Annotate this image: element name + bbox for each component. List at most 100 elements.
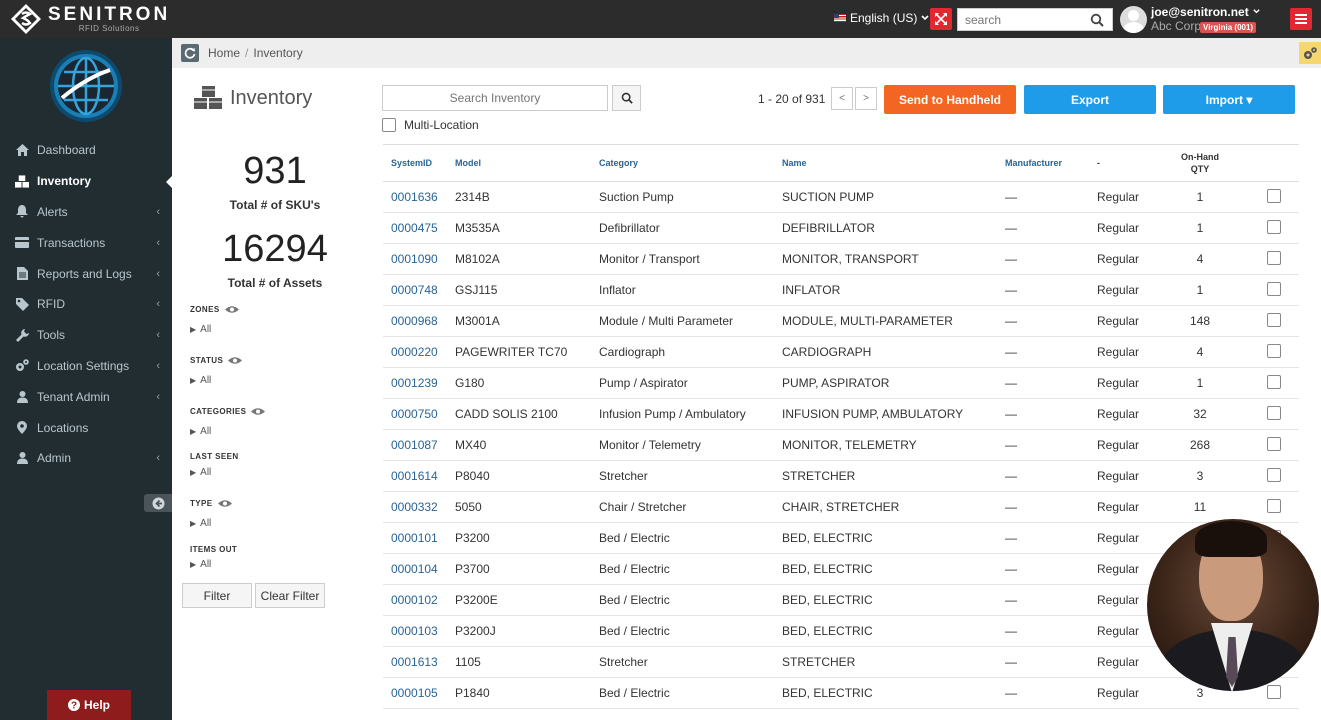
row-select-checkbox[interactable] <box>1266 250 1281 265</box>
table-row[interactable]: 0001636 2314B Suction Pump SUCTION PUMP — Reg… <box>383 181 1299 213</box>
table-cell-systemid[interactable]: 0001636 <box>383 181 455 213</box>
multi-location-toggle[interactable]: Multi-Location <box>382 118 479 132</box>
table-row[interactable]: 0001614 P8040 Stretcher STRETCHER — Regular 3 <box>383 460 1299 492</box>
language-selector[interactable]: English (US) <box>834 11 930 25</box>
row-select-checkbox[interactable] <box>1266 219 1281 234</box>
eye-icon[interactable] <box>251 407 266 416</box>
filter-categories-value[interactable]: ▶ All <box>190 426 211 437</box>
row-select-checkbox[interactable] <box>1266 374 1281 389</box>
table-row[interactable]: 0000475 M3535A Defibrillator DEFIBRILLATOR —… <box>383 212 1299 244</box>
table-cell-systemid[interactable]: 0000748 <box>383 274 455 306</box>
table-cell-systemid[interactable]: 0000103 <box>383 615 455 647</box>
next-page-button[interactable]: > <box>855 87 877 110</box>
filter-last-seen-value[interactable]: ▶ All <box>190 467 211 478</box>
table-cell-systemid[interactable]: 0000104 <box>383 553 455 585</box>
eye-icon[interactable] <box>228 356 243 365</box>
table-cell-systemid[interactable]: 0000968 <box>383 305 455 337</box>
sidebar-item-reports[interactable]: Reports and Logs ‹ <box>0 258 172 289</box>
user-menu[interactable]: joe@senitron.net <box>1151 5 1261 19</box>
sidebar-item-alerts[interactable]: Alerts ‹ <box>0 197 172 228</box>
table-cell-systemid[interactable]: 0000332 <box>383 491 455 523</box>
column-header-systemid[interactable]: SystemID <box>383 144 455 182</box>
table-row[interactable]: 0000968 M3001A Module / Multi Parameter MOD… <box>383 305 1299 337</box>
inventory-search-button[interactable] <box>612 85 641 111</box>
clear-filter-button[interactable]: Clear Filter <box>255 583 325 608</box>
filter-type-value[interactable]: ▶ All <box>190 518 211 529</box>
row-select-checkbox[interactable] <box>1266 467 1281 482</box>
column-header-name[interactable]: Name <box>782 144 1005 182</box>
menu-button[interactable] <box>1290 8 1312 30</box>
sidebar-item-inventory[interactable]: Inventory <box>0 166 172 197</box>
column-header-model[interactable]: Model <box>455 144 599 182</box>
row-select-checkbox[interactable] <box>1266 281 1281 296</box>
row-select-checkbox[interactable] <box>1266 312 1281 327</box>
filter-zones-value[interactable]: ▶ All <box>190 324 211 335</box>
table-row[interactable]: 0000748 GSJ115 Inflator INFLATOR — Regular 1 <box>383 274 1299 306</box>
sidebar-item-tools[interactable]: Tools ‹ <box>0 320 172 351</box>
sidebar-item-transactions[interactable]: Transactions ‹ <box>0 227 172 258</box>
global-search-input[interactable] <box>958 12 1078 27</box>
row-select-checkbox[interactable] <box>1266 436 1281 451</box>
export-button[interactable]: Export <box>1024 85 1156 114</box>
sidebar-item-location-settings[interactable]: Location Settings ‹ <box>0 351 172 382</box>
import-button[interactable]: Import ▾ <box>1163 85 1295 114</box>
filter-items-out-value[interactable]: ▶ All <box>190 559 211 570</box>
sidebar: Dashboard Inventory Alerts ‹ Transaction… <box>0 38 172 720</box>
search-icon[interactable] <box>1090 13 1104 27</box>
filter-button[interactable]: Filter <box>182 583 252 608</box>
multi-location-checkbox[interactable] <box>382 118 396 132</box>
column-header-manufacturer[interactable]: Manufacturer <box>1005 144 1097 182</box>
sidebar-item-tenant-admin[interactable]: Tenant Admin ‹ <box>0 381 172 412</box>
breadcrumb-current: Inventory <box>253 46 303 60</box>
settings-panel-toggle[interactable] <box>1299 42 1321 64</box>
table-cell-model: CADD SOLIS 2100 <box>455 398 599 430</box>
table-cell-name: STRETCHER <box>782 646 1005 678</box>
eye-icon[interactable] <box>224 305 239 314</box>
table-row[interactable]: 0001090 M8102A Monitor / Transport MONITOR,… <box>383 243 1299 275</box>
table-cell-systemid[interactable]: 0000101 <box>383 522 455 554</box>
fullscreen-button[interactable] <box>930 8 952 30</box>
row-select-checkbox[interactable] <box>1266 498 1281 513</box>
table-row[interactable]: 0000332 5050 Chair / Stretcher CHAIR, STRET… <box>383 491 1299 523</box>
table-cell-name: CARDIOGRAPH <box>782 336 1005 368</box>
inventory-search-input[interactable] <box>383 86 607 110</box>
table-cell-systemid[interactable]: 0000750 <box>383 398 455 430</box>
row-select-checkbox[interactable] <box>1266 405 1281 420</box>
table-cell-systemid[interactable]: 0001087 <box>383 429 455 461</box>
table-cell-systemid[interactable]: 0001614 <box>383 460 455 492</box>
filter-status-value[interactable]: ▶ All <box>190 375 211 386</box>
sidebar-item-admin[interactable]: Admin ‹ <box>0 443 172 474</box>
sidebar-item-rfid[interactable]: RFID ‹ <box>0 289 172 320</box>
row-select-checkbox[interactable] <box>1266 188 1281 203</box>
sidebar-item-locations[interactable]: Locations <box>0 412 172 443</box>
breadcrumb-home[interactable]: Home <box>208 46 240 60</box>
table-cell-systemid[interactable]: 0001239 <box>383 367 455 399</box>
collapse-sidebar-button[interactable] <box>144 494 172 512</box>
sidebar-item-dashboard[interactable]: Dashboard <box>0 135 172 166</box>
table-cell-systemid[interactable]: 0000475 <box>383 212 455 244</box>
column-header-onhand-qty[interactable]: On-Hand QTY <box>1152 144 1248 182</box>
senitron-logo[interactable]: SENITRON RFID Solutions <box>10 4 170 34</box>
table-cell-systemid[interactable]: 0000220 <box>383 336 455 368</box>
bell-icon <box>15 205 29 218</box>
user-avatar[interactable] <box>1120 6 1147 33</box>
row-select-checkbox[interactable] <box>1266 343 1281 358</box>
table-row[interactable]: 0001087 MX40 Monitor / Telemetry MONITOR, T… <box>383 429 1299 461</box>
eye-icon[interactable] <box>217 499 232 508</box>
prev-page-button[interactable]: < <box>831 87 853 110</box>
table-cell-systemid[interactable]: 0001090 <box>383 243 455 275</box>
chevron-down-icon <box>921 15 929 21</box>
table-row[interactable]: 0000220 PAGEWRITER TC70 Cardiograph CARDIOG… <box>383 336 1299 368</box>
table-cell-systemid[interactable]: 0000105 <box>383 677 455 709</box>
table-row[interactable]: 0000750 CADD SOLIS 2100 Infusion Pump / Am… <box>383 398 1299 430</box>
table-row[interactable]: 0000101 P3200 Bed / Electric BED, ELECTRIC —… <box>383 522 1299 554</box>
send-to-handheld-button[interactable]: Send to Handheld <box>884 85 1016 114</box>
help-button[interactable]: ? Help <box>47 690 131 720</box>
table-cell-systemid[interactable]: 0001613 <box>383 646 455 678</box>
svg-text:?: ? <box>71 701 77 712</box>
table-row[interactable]: 0001239 G180 Pump / Aspirator PUMP, ASPIRAT… <box>383 367 1299 399</box>
column-header-category[interactable]: Category <box>599 144 782 182</box>
refresh-icon[interactable] <box>181 44 199 62</box>
table-cell-systemid[interactable]: 0000102 <box>383 584 455 616</box>
table-cell-model: M8102A <box>455 243 599 275</box>
